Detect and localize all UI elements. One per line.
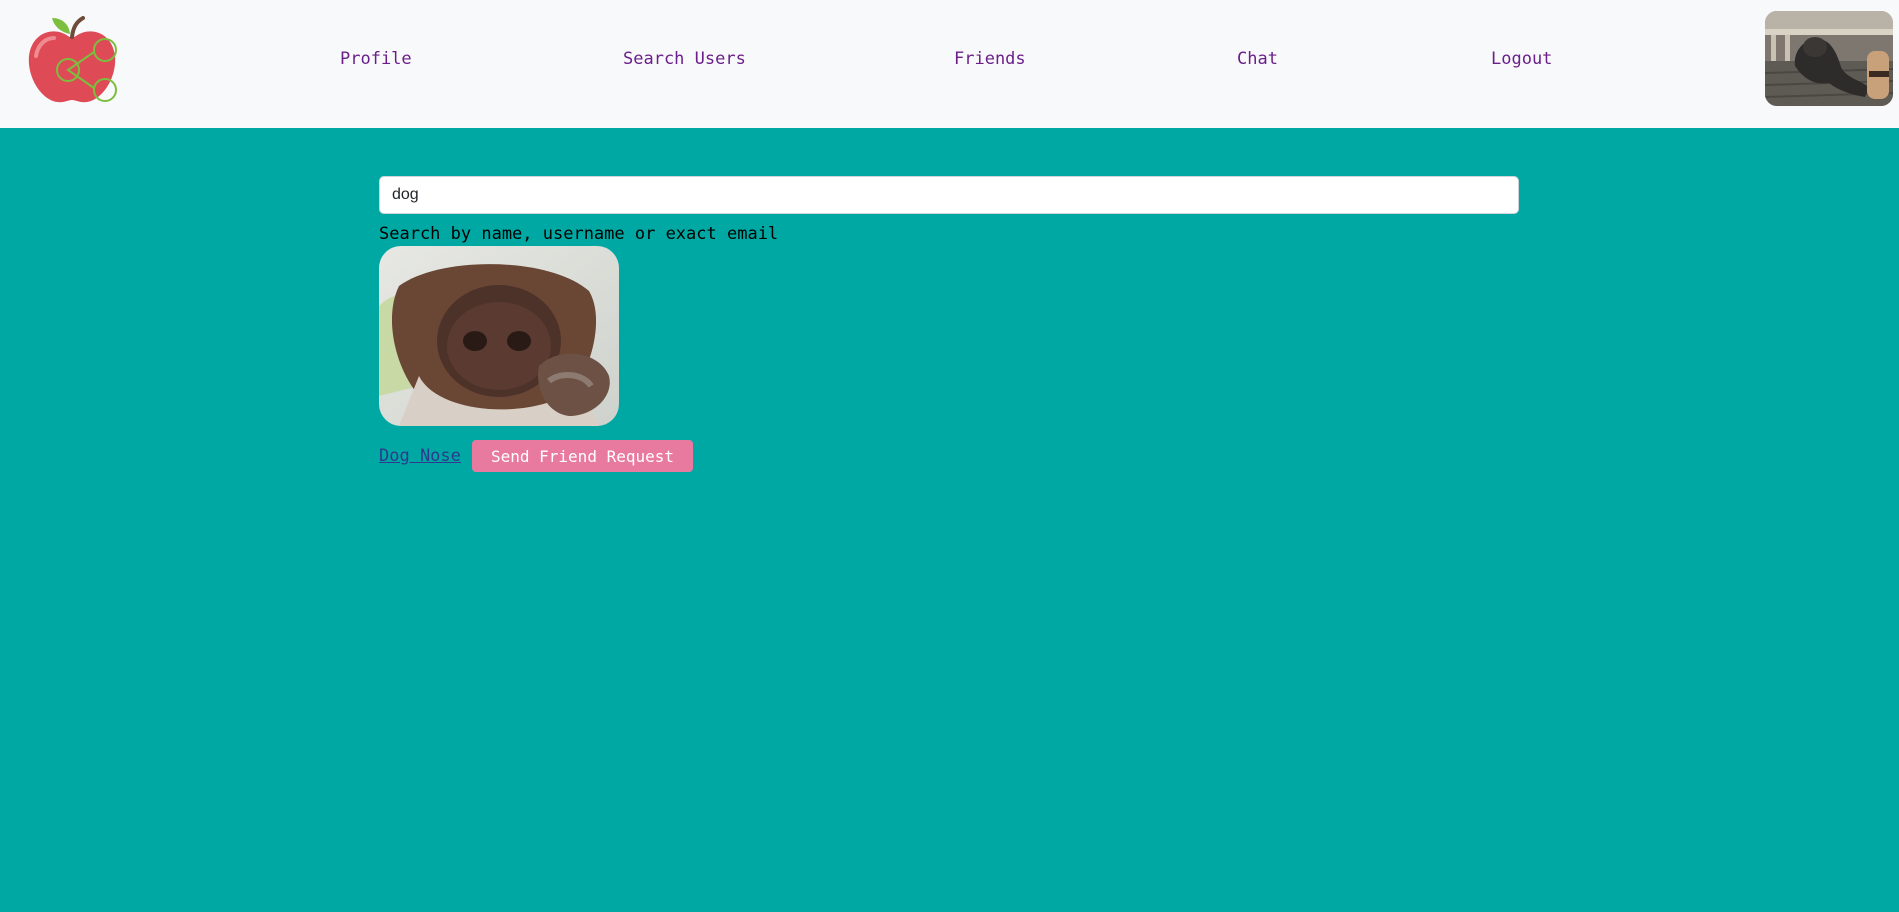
nav-friends-link[interactable]: Friends xyxy=(954,49,1026,69)
nav-search-users-link[interactable]: Search Users xyxy=(623,49,746,69)
result-user-name-link[interactable]: Dog Nose xyxy=(379,446,461,466)
nav-logout-link[interactable]: Logout xyxy=(1491,49,1552,69)
search-helper-text: Search by name, username or exact email xyxy=(379,224,779,244)
apple-logo-icon[interactable] xyxy=(24,12,120,108)
search-input[interactable] xyxy=(379,176,1519,214)
top-navbar: Profile Search Users Friends Chat Logout xyxy=(0,0,1899,128)
user-avatar[interactable] xyxy=(1765,11,1893,106)
send-friend-request-button[interactable]: Send Friend Request xyxy=(472,440,693,472)
result-profile-photo[interactable] xyxy=(379,246,619,426)
nav-chat-link[interactable]: Chat xyxy=(1237,49,1278,69)
nav-profile-link[interactable]: Profile xyxy=(340,49,412,69)
